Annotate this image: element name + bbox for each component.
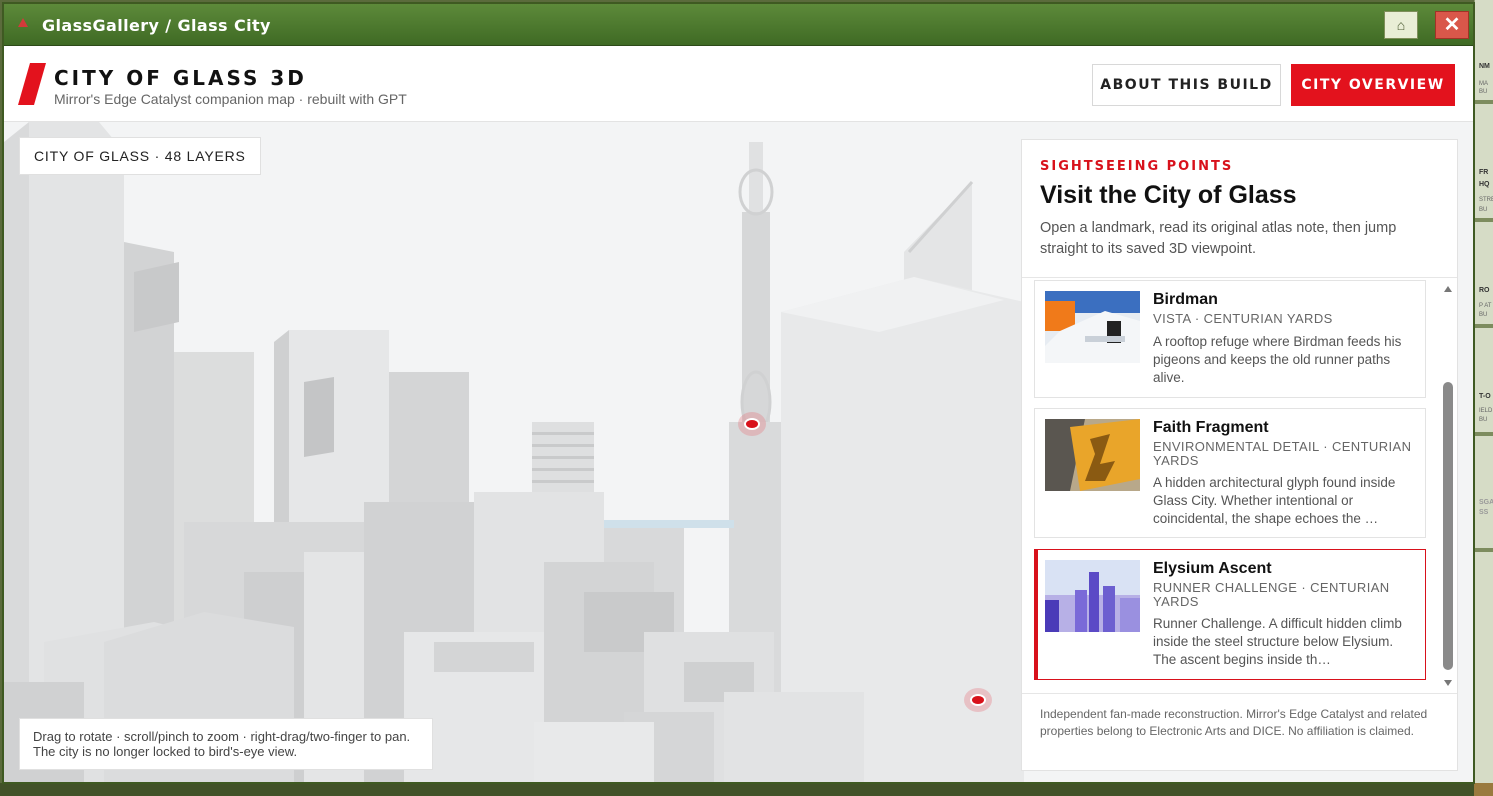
bg-fragment: BU xyxy=(1479,312,1488,318)
sightseeing-panel: SIGHTSEEING POINTS Visit the City of Gla… xyxy=(1021,139,1458,771)
landmark-meta: ENVIRONMENTAL DETAIL · CENTURIAN YARDS xyxy=(1153,439,1412,468)
landmark-meta: VISTA · CENTURIAN YARDS xyxy=(1153,311,1333,326)
bg-fragment: RO xyxy=(1479,287,1490,294)
panel-divider xyxy=(1022,277,1457,278)
close-button[interactable]: ✕ xyxy=(1435,11,1469,39)
city-3d-viewport[interactable]: CITY OF GLASS · 48 LAYERS Drag to rotate… xyxy=(4,122,1473,782)
bg-separator xyxy=(1475,100,1493,104)
scroll-down-arrow-icon[interactable] xyxy=(1444,680,1452,686)
background-desktop xyxy=(0,783,1493,796)
landmark-name: Faith Fragment xyxy=(1153,419,1269,436)
slash-logo-icon xyxy=(18,63,46,105)
landmark-name: Elysium Ascent xyxy=(1153,560,1272,577)
panel-kicker: SIGHTSEEING POINTS xyxy=(1040,159,1234,174)
about-build-button[interactable]: ABOUT THIS BUILD xyxy=(1092,64,1281,106)
landmark-list[interactable]: Birdman VISTA · CENTURIAN YARDS A roofto… xyxy=(1034,280,1428,692)
window-menu-icon[interactable] xyxy=(18,18,28,27)
map-pin-marker[interactable] xyxy=(964,688,992,712)
bg-fragment: BU xyxy=(1479,417,1488,423)
landmark-card-faith-fragment[interactable]: Faith Fragment ENVIRONMENTAL DETAIL · CE… xyxy=(1034,408,1426,538)
panel-title: Visit the City of Glass xyxy=(1040,181,1297,209)
bg-fragment: STRE xyxy=(1479,197,1493,203)
scrollbar-thumb[interactable] xyxy=(1443,382,1453,670)
landmark-thumbnail xyxy=(1045,560,1140,632)
landmark-card-elysium-ascent[interactable]: Elysium Ascent RUNNER CHALLENGE · CENTUR… xyxy=(1034,549,1426,680)
bg-fragment: IELD xyxy=(1479,408,1493,414)
app-window: GlassGallery / Glass City ⌂ ✕ CITY OF GL… xyxy=(2,2,1475,784)
bg-fragment: SGA xyxy=(1479,499,1493,506)
bg-separator xyxy=(1475,324,1493,328)
landmark-name: Birdman xyxy=(1153,291,1218,308)
app-header: CITY OF GLASS 3D Mirror's Edge Catalyst … xyxy=(4,46,1473,122)
city-overview-button[interactable]: CITY OVERVIEW xyxy=(1291,64,1455,106)
bg-tile xyxy=(1474,783,1493,796)
landmark-thumbnail xyxy=(1045,419,1140,491)
bg-fragment: BU xyxy=(1479,207,1488,213)
bg-separator xyxy=(1475,432,1493,436)
bg-separator xyxy=(1475,548,1493,552)
landmark-description: Runner Challenge. A difficult hidden cli… xyxy=(1153,616,1402,667)
bg-fragment: BU xyxy=(1479,89,1488,95)
bg-fragment: T-O xyxy=(1479,393,1491,400)
bg-fragment: HQ xyxy=(1479,181,1490,188)
navigation-hint: Drag to rotate · scroll/pinch to zoom · … xyxy=(19,718,433,770)
landmark-card-birdman[interactable]: Birdman VISTA · CENTURIAN YARDS A roofto… xyxy=(1034,280,1426,398)
panel-disclaimer: Independent fan-made reconstruction. Mir… xyxy=(1040,707,1428,738)
layers-badge: CITY OF GLASS · 48 LAYERS xyxy=(19,137,261,175)
window-title: GlassGallery / Glass City xyxy=(42,16,271,35)
app-subtitle: Mirror's Edge Catalyst companion map · r… xyxy=(54,91,407,107)
bg-fragment: P AT xyxy=(1479,303,1492,309)
landmark-meta: RUNNER CHALLENGE · CENTURIAN YARDS xyxy=(1153,580,1390,609)
panel-description: Open a landmark, read its original atlas… xyxy=(1040,220,1397,257)
bg-fragment: SS xyxy=(1479,509,1489,516)
bg-fragment: NM xyxy=(1479,63,1490,70)
window-titlebar[interactable]: GlassGallery / Glass City ⌂ ✕ xyxy=(4,4,1473,46)
landmark-description: A hidden architectural glyph found insid… xyxy=(1153,475,1396,526)
bg-separator xyxy=(1475,218,1493,222)
map-pin-marker[interactable] xyxy=(738,412,766,436)
landmark-thumbnail xyxy=(1045,291,1140,363)
home-button[interactable]: ⌂ xyxy=(1384,11,1418,39)
background-window-strip: NM MA BU FR HQ STRE BU RO P AT BU T-O IE… xyxy=(1474,0,1493,796)
scroll-up-arrow-icon[interactable] xyxy=(1444,286,1452,292)
landmark-list-scrollbar[interactable] xyxy=(1441,280,1455,692)
bg-fragment: FR xyxy=(1479,169,1489,176)
app-title: CITY OF GLASS 3D xyxy=(54,66,307,90)
panel-divider xyxy=(1022,693,1457,694)
landmark-description: A rooftop refuge where Birdman feeds his… xyxy=(1153,334,1402,385)
